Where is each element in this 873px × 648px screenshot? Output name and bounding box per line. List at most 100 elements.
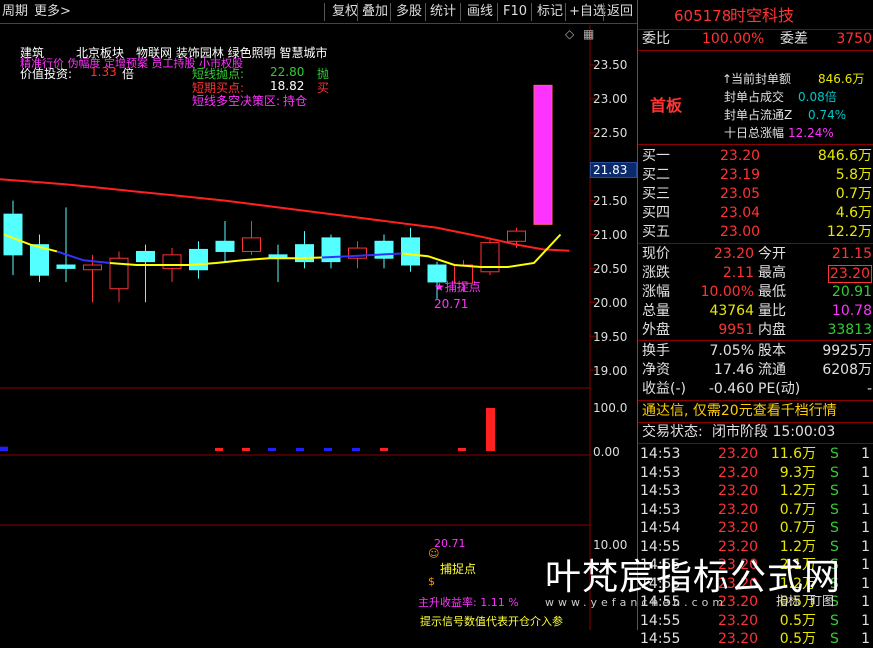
tick-volume: 0.5万	[779, 612, 816, 629]
tick-count: 1	[861, 464, 870, 481]
money-bag-icon: $	[428, 575, 435, 588]
stat-row: 换手 7.05% 股本 9925万	[638, 342, 873, 361]
kline-svg	[0, 25, 596, 630]
tick-side: S	[830, 483, 839, 499]
stat-label: 现价	[642, 246, 670, 262]
watermark-url: www.yefanchen.com	[545, 596, 728, 609]
candle-body	[215, 240, 235, 252]
stat-label: 股本	[758, 343, 786, 359]
volume-bar	[215, 448, 223, 451]
overlay-button[interactable]: 叠加	[362, 3, 388, 21]
price-tick: 23.00	[593, 92, 628, 106]
face-icon: ☺	[428, 547, 440, 560]
bid-price: 23.05	[720, 186, 761, 202]
more-button[interactable]: 更多>	[34, 3, 71, 21]
capture-label-2: 捕捉点	[440, 562, 477, 576]
volume-bar	[458, 448, 466, 451]
bid-row: 买五 23.00 12.2万	[638, 223, 873, 242]
trade-status-label: 交易状态:	[642, 424, 703, 440]
price-tick: 19.50	[593, 330, 628, 344]
price-tick: 20.00	[593, 296, 628, 310]
tick-side: S	[830, 612, 839, 629]
candle-body	[83, 264, 102, 271]
tick-volume: 1.2万	[779, 483, 816, 499]
volume-bar	[268, 448, 276, 451]
tick-row: 14:55 23.20 0.5万 S 1	[638, 630, 873, 648]
bid-row: 买一 23.20 846.6万	[638, 147, 873, 166]
tick-side: S	[830, 446, 839, 462]
stat-label: 流通	[758, 362, 786, 378]
candle-body	[136, 250, 155, 263]
price-tick: 21.50	[593, 194, 628, 208]
tick-side: S	[830, 631, 839, 647]
volume-bar	[242, 448, 250, 451]
weicha-label: 委差	[780, 31, 808, 47]
tick-count: 1	[861, 446, 870, 462]
multi-stock-button[interactable]: 多股	[396, 3, 422, 21]
short-sell-value: 22.80	[270, 65, 305, 79]
seal-amount-label: 当前封单额	[731, 72, 792, 86]
weicha-value: 3750	[836, 31, 872, 47]
volume-bar	[324, 448, 332, 451]
tick-price: 23.20	[718, 501, 759, 518]
kline-chart[interactable]: 建筑 北京板块 物联网 装饰园林 绿色照明 智慧城市 精准行价 伪幅度 定增预案…	[0, 25, 637, 630]
bid-label: 买三	[642, 186, 670, 202]
price-tick: 20.50	[593, 262, 628, 276]
fuquan-button[interactable]: 复权	[332, 3, 358, 21]
volume-bar	[352, 448, 360, 451]
stat-row: 净资 17.46 流通 6208万	[638, 361, 873, 380]
mark-button[interactable]: 标记	[537, 3, 563, 21]
stat-label: 今开	[758, 246, 786, 262]
value-invest-value: 1.33	[90, 65, 117, 79]
tick-row: 14:54 23.20 0.7万 S 1	[638, 519, 873, 537]
seal-amount-value: 846.6万	[818, 72, 865, 86]
tick-side: S	[830, 520, 839, 536]
volume-bar	[0, 446, 8, 451]
settings-icon[interactable]: ◇	[565, 28, 578, 41]
draw-line-button[interactable]: 画线	[467, 3, 493, 21]
stat-label: 总量	[642, 303, 670, 319]
stat-label: 量比	[758, 303, 786, 319]
strategy-value: 持仓	[283, 94, 308, 108]
strategy-label: 短线多空决策区:	[192, 94, 281, 108]
tick-row: 14:53 23.20 11.6万 S 1	[638, 445, 873, 463]
tick-count: 1	[861, 501, 870, 518]
price-tick: 21.00	[593, 228, 628, 242]
add-watchlist-button[interactable]: +自选	[569, 3, 606, 21]
stat-value: 17.46	[713, 362, 754, 378]
ad-banner[interactable]: 通达信, 仅需20元查看千档行情	[642, 402, 837, 421]
stats-button[interactable]: 统计	[430, 3, 456, 21]
candle-body	[242, 237, 261, 252]
stat-value: -	[866, 381, 872, 397]
ma-red-line	[0, 178, 570, 252]
period-button[interactable]: 周期	[2, 3, 28, 21]
candle-body	[507, 230, 526, 242]
tick-price: 23.20	[718, 520, 759, 536]
stat-label: PE(动)	[758, 381, 801, 397]
candle-body	[189, 248, 208, 271]
value-invest-label: 价值投资:	[20, 67, 73, 81]
ten-day-value: 12.24%	[788, 126, 834, 140]
stat-value: 2.11	[722, 265, 754, 281]
stat-value: 23.20	[827, 265, 872, 283]
stat-value: 7.05%	[709, 343, 754, 359]
volume-bar	[380, 448, 388, 451]
seal-ratio-value: 0.08倍	[798, 90, 837, 104]
stat-value: -0.460	[708, 381, 754, 397]
tick-price: 23.20	[718, 464, 759, 481]
grid-icon[interactable]: ▦	[583, 28, 594, 40]
tick-volume: 0.5万	[779, 631, 816, 647]
bid-volume: 846.6万	[817, 148, 872, 164]
stat-value: 20.91	[831, 284, 872, 300]
stat-value: 10.78	[831, 303, 872, 319]
toolbar: 周期 更多> 复权 叠加 多股 统计 画线 F10 标记 +自选 返回	[0, 0, 637, 24]
bid-label: 买四	[642, 205, 670, 221]
tick-count: 1	[861, 575, 870, 592]
stat-row: 涨跌 2.11 最高 23.20	[638, 264, 873, 283]
back-button[interactable]: 返回	[607, 3, 633, 21]
tick-volume: 11.6万	[770, 446, 816, 462]
f10-button[interactable]: F10	[503, 3, 527, 21]
ten-day-label: 十日总涨幅	[724, 126, 785, 140]
stock-code: 605178	[674, 7, 732, 25]
short-buy-tag: 买	[317, 81, 330, 95]
